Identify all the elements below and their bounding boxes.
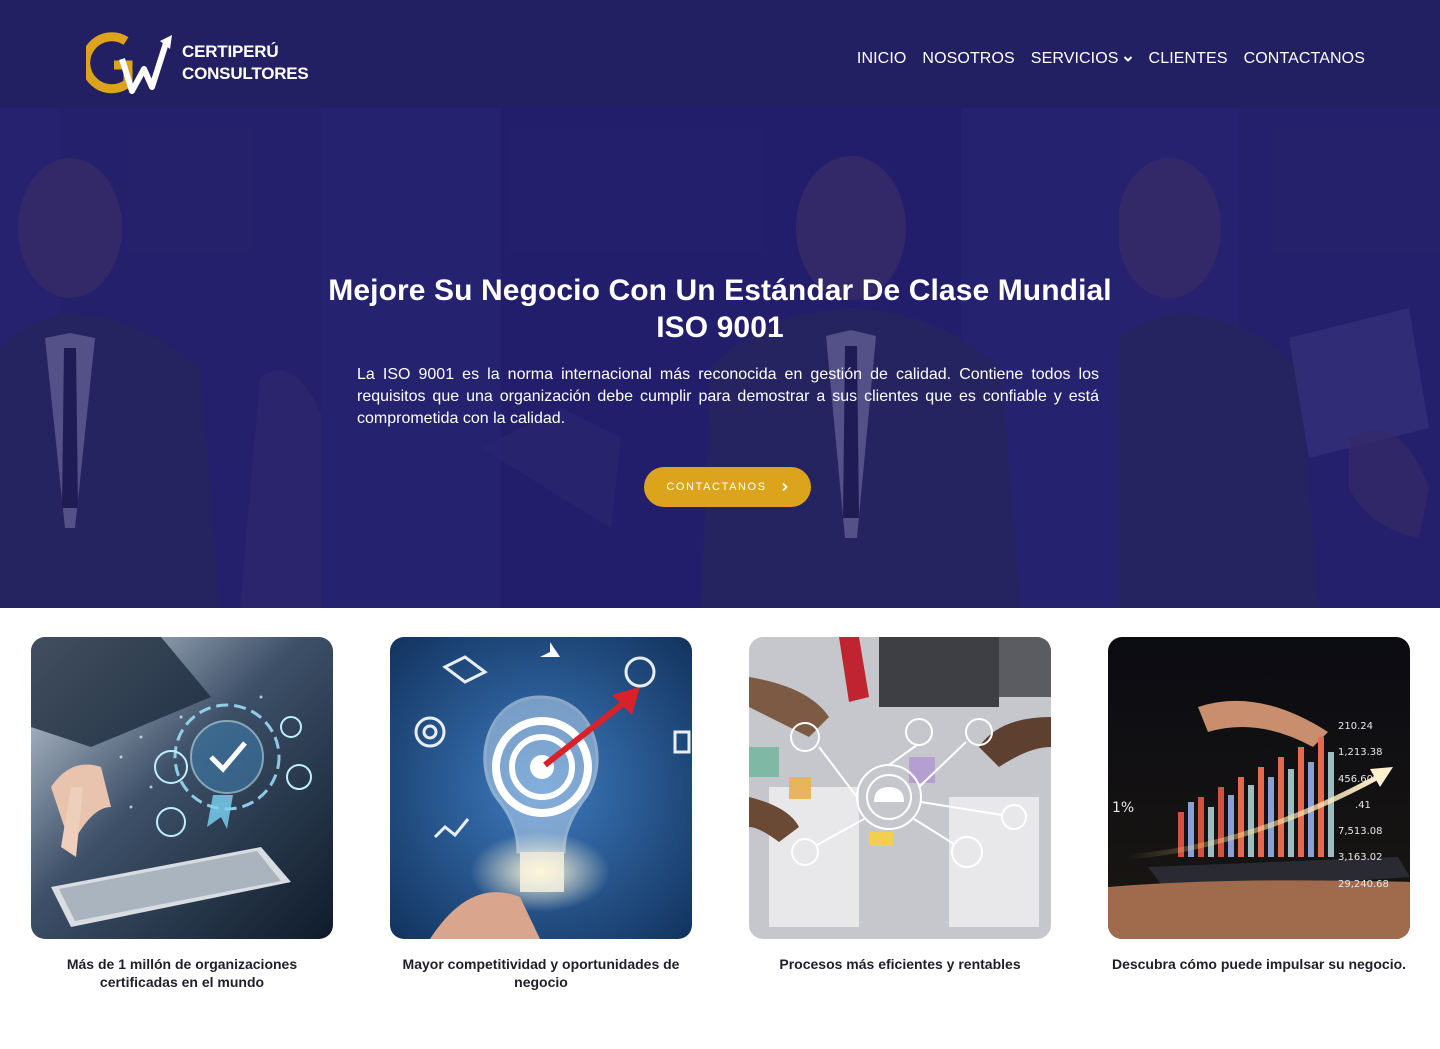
chart-value: 7,513.08 (1338, 826, 1383, 837)
hero-section: Mejore Su Negocio Con Un Estándar De Cla… (0, 108, 1440, 608)
feature-card: Mayor competitividad y oportunidades de … (390, 637, 692, 991)
gw-logo-icon (86, 32, 172, 94)
hero-title-line-1: Mejore Su Negocio Con Un Estándar De Cla… (328, 274, 1112, 307)
lightbulb-target-image (390, 637, 692, 939)
process-network-image (749, 637, 1051, 939)
feature-caption: Procesos más eficientes y rentables (779, 956, 1021, 972)
feature-card: Más de 1 millón de organizaciones certif… (31, 637, 333, 991)
nav-item-nosotros[interactable]: NOSOTROS (922, 50, 1014, 68)
growth-chart-tablet-image: 210.24 1,213.38 456.60 .41 7,513.08 3,16… (1108, 637, 1410, 939)
nav-label: SERVICIOS (1030, 50, 1119, 67)
nav-label: INICIO (856, 50, 907, 67)
feature-card: 210.24 1,213.38 456.60 .41 7,513.08 3,16… (1108, 637, 1410, 973)
chart-value: 29,240.68 (1338, 879, 1389, 890)
chart-value: 1,213.38 (1338, 747, 1383, 758)
chevron-down-icon (1123, 56, 1132, 62)
chart-value: .41 (1355, 800, 1371, 811)
brand-line-2: CONSULTORES (182, 64, 309, 83)
brand-name: CERTIPERÚ CONSULTORES (182, 41, 309, 85)
hero-title: Mejore Su Negocio Con Un Estándar De Cla… (260, 272, 1180, 346)
chart-value: 1% (1112, 800, 1134, 816)
nav-item-servicios[interactable]: SERVICIOS (1031, 50, 1133, 68)
chart-value: 456.60 (1338, 774, 1373, 785)
hero-overlay (0, 108, 1440, 608)
main-nav: INICIO NOSOTROS SERVICIOS CLIENTES CONTA… (857, 50, 1365, 68)
nav-label: NOSOTROS (922, 50, 1015, 67)
hero-title-line-2: ISO 9001 (656, 311, 784, 344)
chart-value: 210.24 (1338, 721, 1373, 732)
feature-caption: Descubra cómo puede impulsar su negocio. (1111, 956, 1407, 972)
feature-card: Procesos más eficientes y rentables (749, 637, 1051, 973)
nav-label: CONTACTANOS (1243, 50, 1365, 67)
brand-line-1: CERTIPERÚ (182, 42, 279, 61)
nav-label: CLIENTES (1148, 50, 1228, 67)
certification-gear-tablet-image (31, 637, 333, 939)
site-header: CERTIPERÚ CONSULTORES INICIO NOSOTROS SE… (0, 0, 1440, 108)
nav-item-clientes[interactable]: CLIENTES (1149, 50, 1228, 68)
feature-caption: Mayor competitividad y oportunidades de … (402, 956, 680, 990)
chevron-right-icon (782, 482, 788, 492)
chart-value: 3,163.02 (1338, 852, 1383, 863)
feature-caption: Más de 1 millón de organizaciones certif… (66, 956, 298, 990)
nav-item-contactanos[interactable]: CONTACTANOS (1244, 50, 1365, 68)
contact-cta-button[interactable]: CONTACTANOS (644, 467, 811, 507)
contact-cta-label: CONTACTANOS (666, 481, 767, 493)
brand-logo[interactable]: CERTIPERÚ CONSULTORES (86, 28, 316, 98)
nav-item-inicio[interactable]: INICIO (857, 50, 907, 68)
hero-description: La ISO 9001 es la norma internacional má… (357, 366, 1099, 427)
